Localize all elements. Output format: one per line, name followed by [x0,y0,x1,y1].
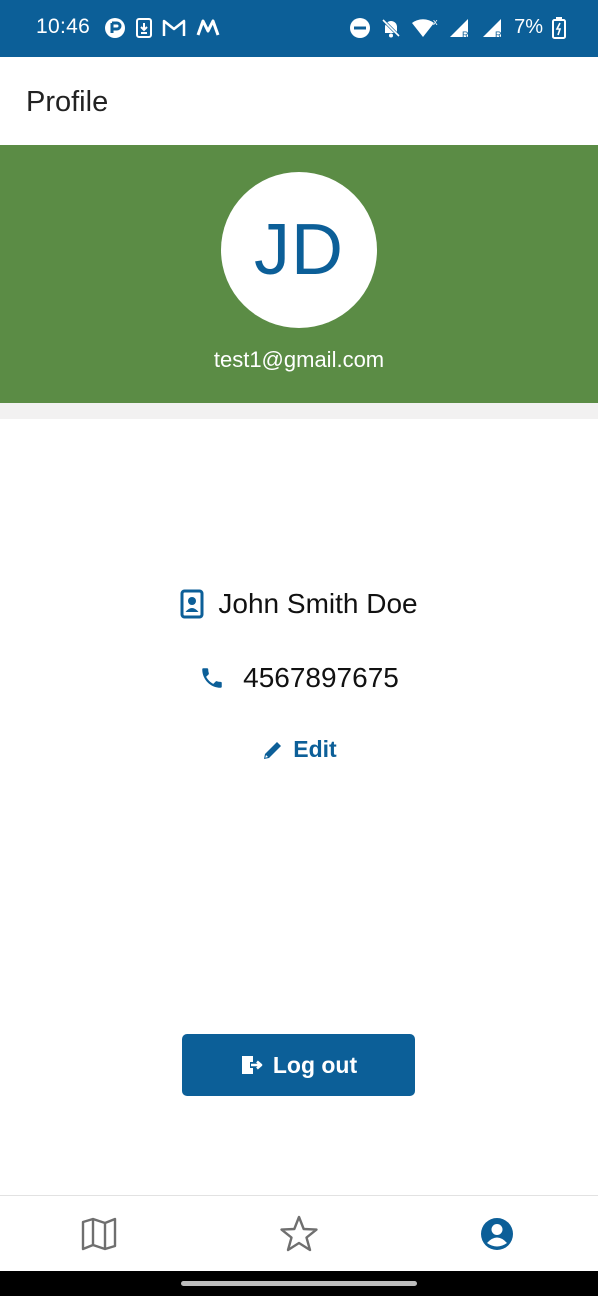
gmail-icon [162,19,186,36]
notification-icons [104,17,220,39]
edit-label: Edit [293,736,337,762]
svg-text:x: x [433,17,438,27]
avatar-initials: JD [254,210,344,290]
section-divider [0,403,598,419]
status-bar: 10:46 x R R 7% [0,0,598,57]
name-row: John Smith Doe [0,588,598,620]
m-app-icon [196,19,220,36]
bottom-nav [0,1195,598,1272]
map-icon [81,1217,117,1251]
nav-profile[interactable] [477,1214,517,1254]
pencil-icon [264,741,282,759]
user-email: test1@gmail.com [213,347,385,372]
phone-icon [202,668,222,688]
nav-map[interactable] [79,1214,119,1254]
contact-card-icon [180,589,204,619]
signal-icon: R [483,18,502,39]
star-icon [280,1215,318,1252]
account-icon [481,1218,513,1250]
edit-link[interactable]: Edit [0,736,598,763]
svg-text:R: R [495,30,502,39]
gesture-bar [0,1271,598,1296]
logout-button[interactable]: Log out [182,1034,415,1096]
app-bar: Profile [0,57,598,145]
signal-icon: R [450,18,469,39]
clock-app-icon [105,18,125,38]
status-time: 10:46 [36,15,91,38]
avatar: JD [221,172,377,328]
download-icon [136,18,152,38]
logout-icon [241,1056,263,1074]
gesture-handle[interactable] [181,1281,417,1286]
profile-header: JD test1@gmail.com [0,145,598,403]
nav-favorites[interactable] [279,1214,319,1254]
battery-percent: 7% [514,16,543,38]
page-title: Profile [26,86,109,118]
system-icons: x R R 7% [349,16,566,39]
bell-off-icon [382,18,401,37]
logout-label: Log out [272,1051,358,1078]
full-name: John Smith Doe [218,588,418,619]
do-not-disturb-icon [350,17,371,38]
phone-row: 4567897675 [0,662,598,694]
phone-number: 4567897675 [243,662,399,693]
battery-icon [552,16,566,39]
wifi-icon: x [412,17,438,37]
svg-text:R: R [462,30,469,39]
